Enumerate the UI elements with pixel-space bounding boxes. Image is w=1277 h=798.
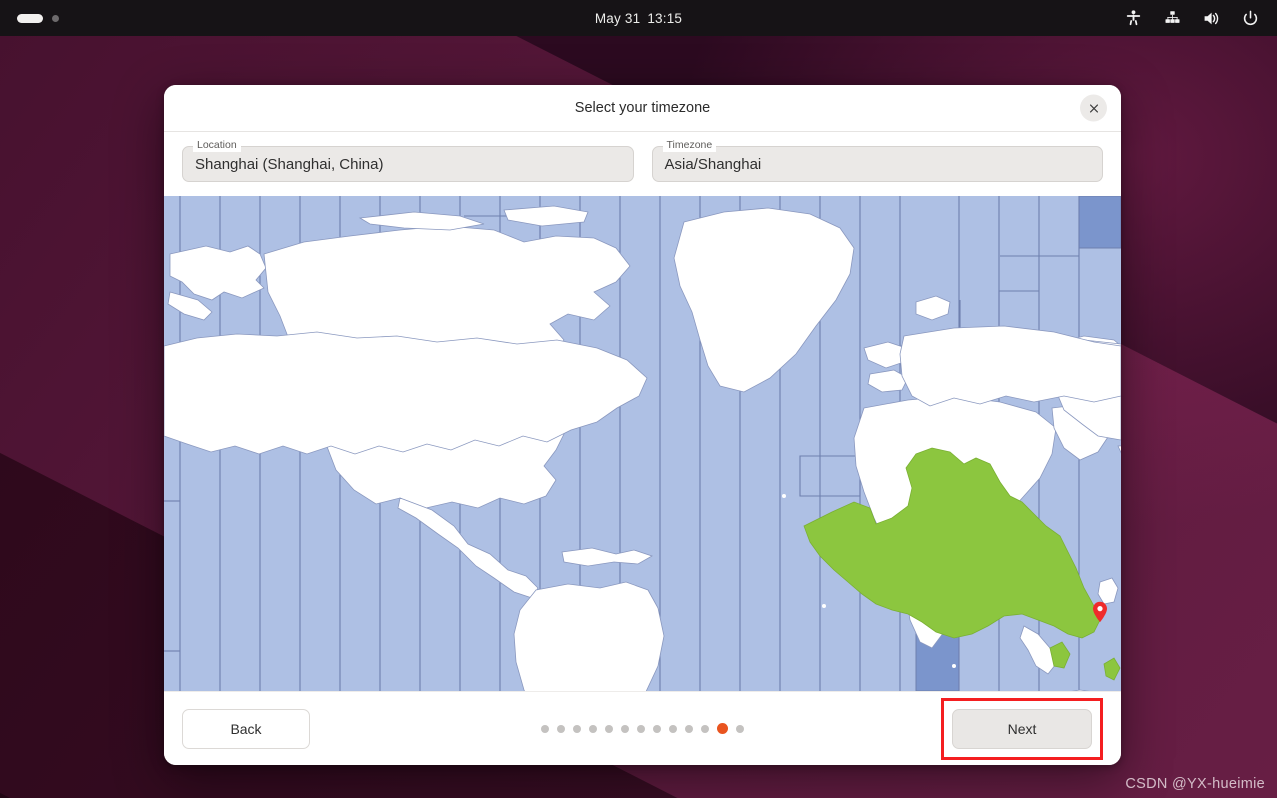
page-dot xyxy=(637,724,645,733)
back-button[interactable]: Back xyxy=(182,708,310,749)
dialog-title: Select your timezone xyxy=(574,100,711,116)
world-timezone-map[interactable]: .tzline { stroke:#6e7fae; stroke-width:1… xyxy=(164,196,1121,691)
location-field[interactable]: Location Shanghai (Shanghai, China) xyxy=(182,139,634,182)
power-icon[interactable] xyxy=(1242,10,1259,27)
timezone-field[interactable]: Timezone Asia/Shanghai xyxy=(651,139,1103,182)
clock-date: May 31 xyxy=(594,10,641,26)
volume-icon[interactable] xyxy=(1203,10,1220,27)
clock-time: 13:15 xyxy=(647,10,683,26)
next-button[interactable]: Next xyxy=(952,708,1092,749)
page-dot xyxy=(589,724,597,733)
timezone-field-label: Timezone xyxy=(662,139,717,152)
page-dot xyxy=(573,724,581,733)
accessibility-icon[interactable] xyxy=(1125,9,1142,27)
page-dot xyxy=(669,724,677,733)
page-dot xyxy=(701,724,709,733)
world-map-svg[interactable]: .tzline { stroke:#6e7fae; stroke-width:1… xyxy=(164,196,1121,691)
dialog-header: Select your timezone xyxy=(164,85,1121,132)
workspace-inactive-dot[interactable] xyxy=(52,14,59,22)
network-wired-icon[interactable] xyxy=(1164,10,1181,27)
page-dot xyxy=(557,724,565,733)
clock[interactable]: May 31 13:15 xyxy=(0,11,1277,26)
field-row: Location Shanghai (Shanghai, China) Time… xyxy=(164,132,1121,196)
system-tray xyxy=(1125,9,1277,27)
workspace-active-pill[interactable] xyxy=(17,13,43,23)
next-button-highlight: Next xyxy=(941,697,1103,760)
workspace-indicator[interactable] xyxy=(0,13,59,23)
close-icon[interactable] xyxy=(1080,94,1107,122)
page-dot xyxy=(736,724,744,733)
page-dot xyxy=(605,724,613,733)
page-dot-active xyxy=(717,723,728,734)
page-dot xyxy=(621,724,629,733)
location-field-label: Location xyxy=(193,139,241,152)
top-bar: May 31 13:15 xyxy=(0,0,1277,36)
timezone-dialog: Select your timezone Location Shanghai (… xyxy=(164,85,1121,765)
page-dot xyxy=(653,724,661,733)
page-dot xyxy=(541,724,549,733)
dialog-footer: Back Next xyxy=(164,691,1121,765)
page-dot xyxy=(685,724,693,733)
